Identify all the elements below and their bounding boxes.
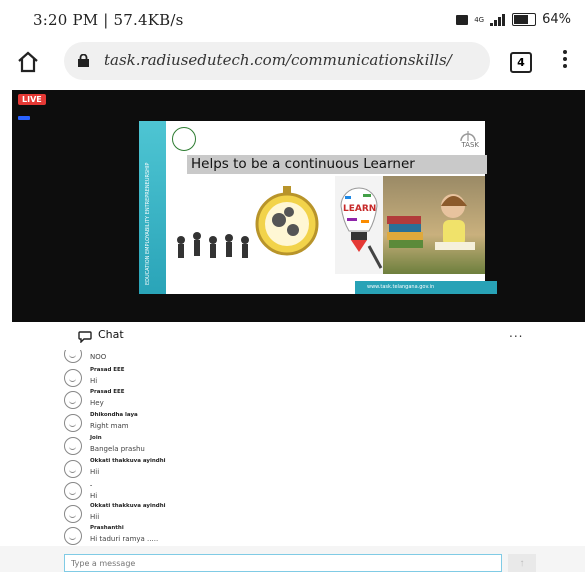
lock-icon — [78, 54, 89, 67]
chat-messages[interactable]: NOO Prasad EEE Hi Prasad EEE Hey Dhikond… — [0, 350, 585, 546]
gears-people-image — [167, 176, 335, 274]
battery-icon — [512, 13, 537, 26]
menu-icon[interactable] — [562, 50, 568, 72]
message-text: Hi — [90, 492, 98, 500]
message-sender: . — [90, 482, 93, 488]
message-text: NOO — [90, 353, 107, 361]
browser-toolbar: task.radiusedutech.com/communicationskil… — [0, 38, 585, 86]
learn-word: LEARN — [343, 204, 376, 214]
user-avatar-icon — [64, 505, 82, 523]
chat-bubble-icon — [78, 331, 92, 343]
message-text: Hi — [90, 377, 98, 385]
child-reading-image — [383, 176, 485, 274]
data-saver-icon — [456, 14, 469, 25]
message-text: Hey — [90, 399, 104, 407]
user-avatar-icon — [64, 369, 82, 387]
slide-footer-url: www.task.telangana.gov.in — [355, 281, 497, 294]
message-sender: Okkati thakkuva ayindhi — [90, 458, 166, 464]
chat-title: Chat — [98, 328, 124, 341]
user-avatar-icon — [64, 414, 82, 432]
status-icons: 4G 64% — [456, 12, 571, 27]
arrow-up-icon: ↑ — [519, 558, 525, 569]
government-seal-icon — [172, 127, 196, 151]
message-text: Hii — [90, 468, 100, 476]
network-type: 4G — [474, 15, 485, 24]
battery-level: 64% — [542, 12, 571, 27]
slide-sidebar: EDUCATION EMPLOYABILITY ENTREPRENEURSHIP — [139, 121, 166, 294]
more-options-icon[interactable]: ... — [509, 326, 523, 340]
message-text: Right mam — [90, 422, 129, 430]
home-icon[interactable] — [16, 50, 40, 74]
user-avatar-icon — [64, 482, 82, 500]
live-badge: LIVE — [18, 94, 46, 105]
chat-composer: ↑ — [0, 546, 585, 572]
message-text: Bangela prashu — [90, 445, 145, 453]
host-indicator — [18, 116, 30, 120]
signal-icon — [490, 13, 506, 26]
message-text: Hii — [90, 513, 100, 521]
slide-title: Helps to be a continuous Learner — [187, 155, 487, 174]
learn-bulb-image: LEARN — [335, 176, 383, 274]
status-bar: 3:20 PM | 57.4KB/s 4G 64% — [0, 0, 585, 38]
user-avatar-icon — [64, 527, 82, 545]
message-input[interactable] — [64, 554, 502, 572]
message-text: Hi taduri ramya ..... — [90, 535, 159, 543]
message-sender: Join — [90, 435, 102, 441]
user-avatar-icon — [64, 460, 82, 478]
user-avatar-icon — [64, 391, 82, 409]
slide-side-text: EDUCATION EMPLOYABILITY ENTREPRENEURSHIP — [145, 162, 151, 285]
send-button[interactable]: ↑ — [508, 554, 536, 572]
user-avatar-icon — [64, 350, 82, 363]
chat-header: Chat ... — [0, 322, 585, 350]
url-text: task.radiusedutech.com/communicationskil… — [104, 51, 452, 69]
video-player[interactable]: LIVE EDUCATION EMPLOYABILITY ENTREPRENEU… — [12, 90, 585, 322]
address-bar[interactable]: task.radiusedutech.com/communicationskil… — [64, 42, 490, 80]
message-sender: Dhikondha laya — [90, 412, 138, 418]
presentation-slide: EDUCATION EMPLOYABILITY ENTREPRENEURSHIP… — [139, 121, 497, 294]
task-logo-text: TASK — [461, 141, 479, 149]
message-sender: Okkati thakkuva ayindhi — [90, 503, 166, 509]
tabs-button[interactable]: 4 — [510, 52, 532, 73]
user-avatar-icon — [64, 437, 82, 455]
message-sender: Prasad EEE — [90, 389, 125, 395]
message-sender: Prashanthi — [90, 525, 124, 531]
message-sender: Prasad EEE — [90, 367, 125, 373]
status-time: 3:20 PM | 57.4KB/s — [33, 11, 184, 29]
